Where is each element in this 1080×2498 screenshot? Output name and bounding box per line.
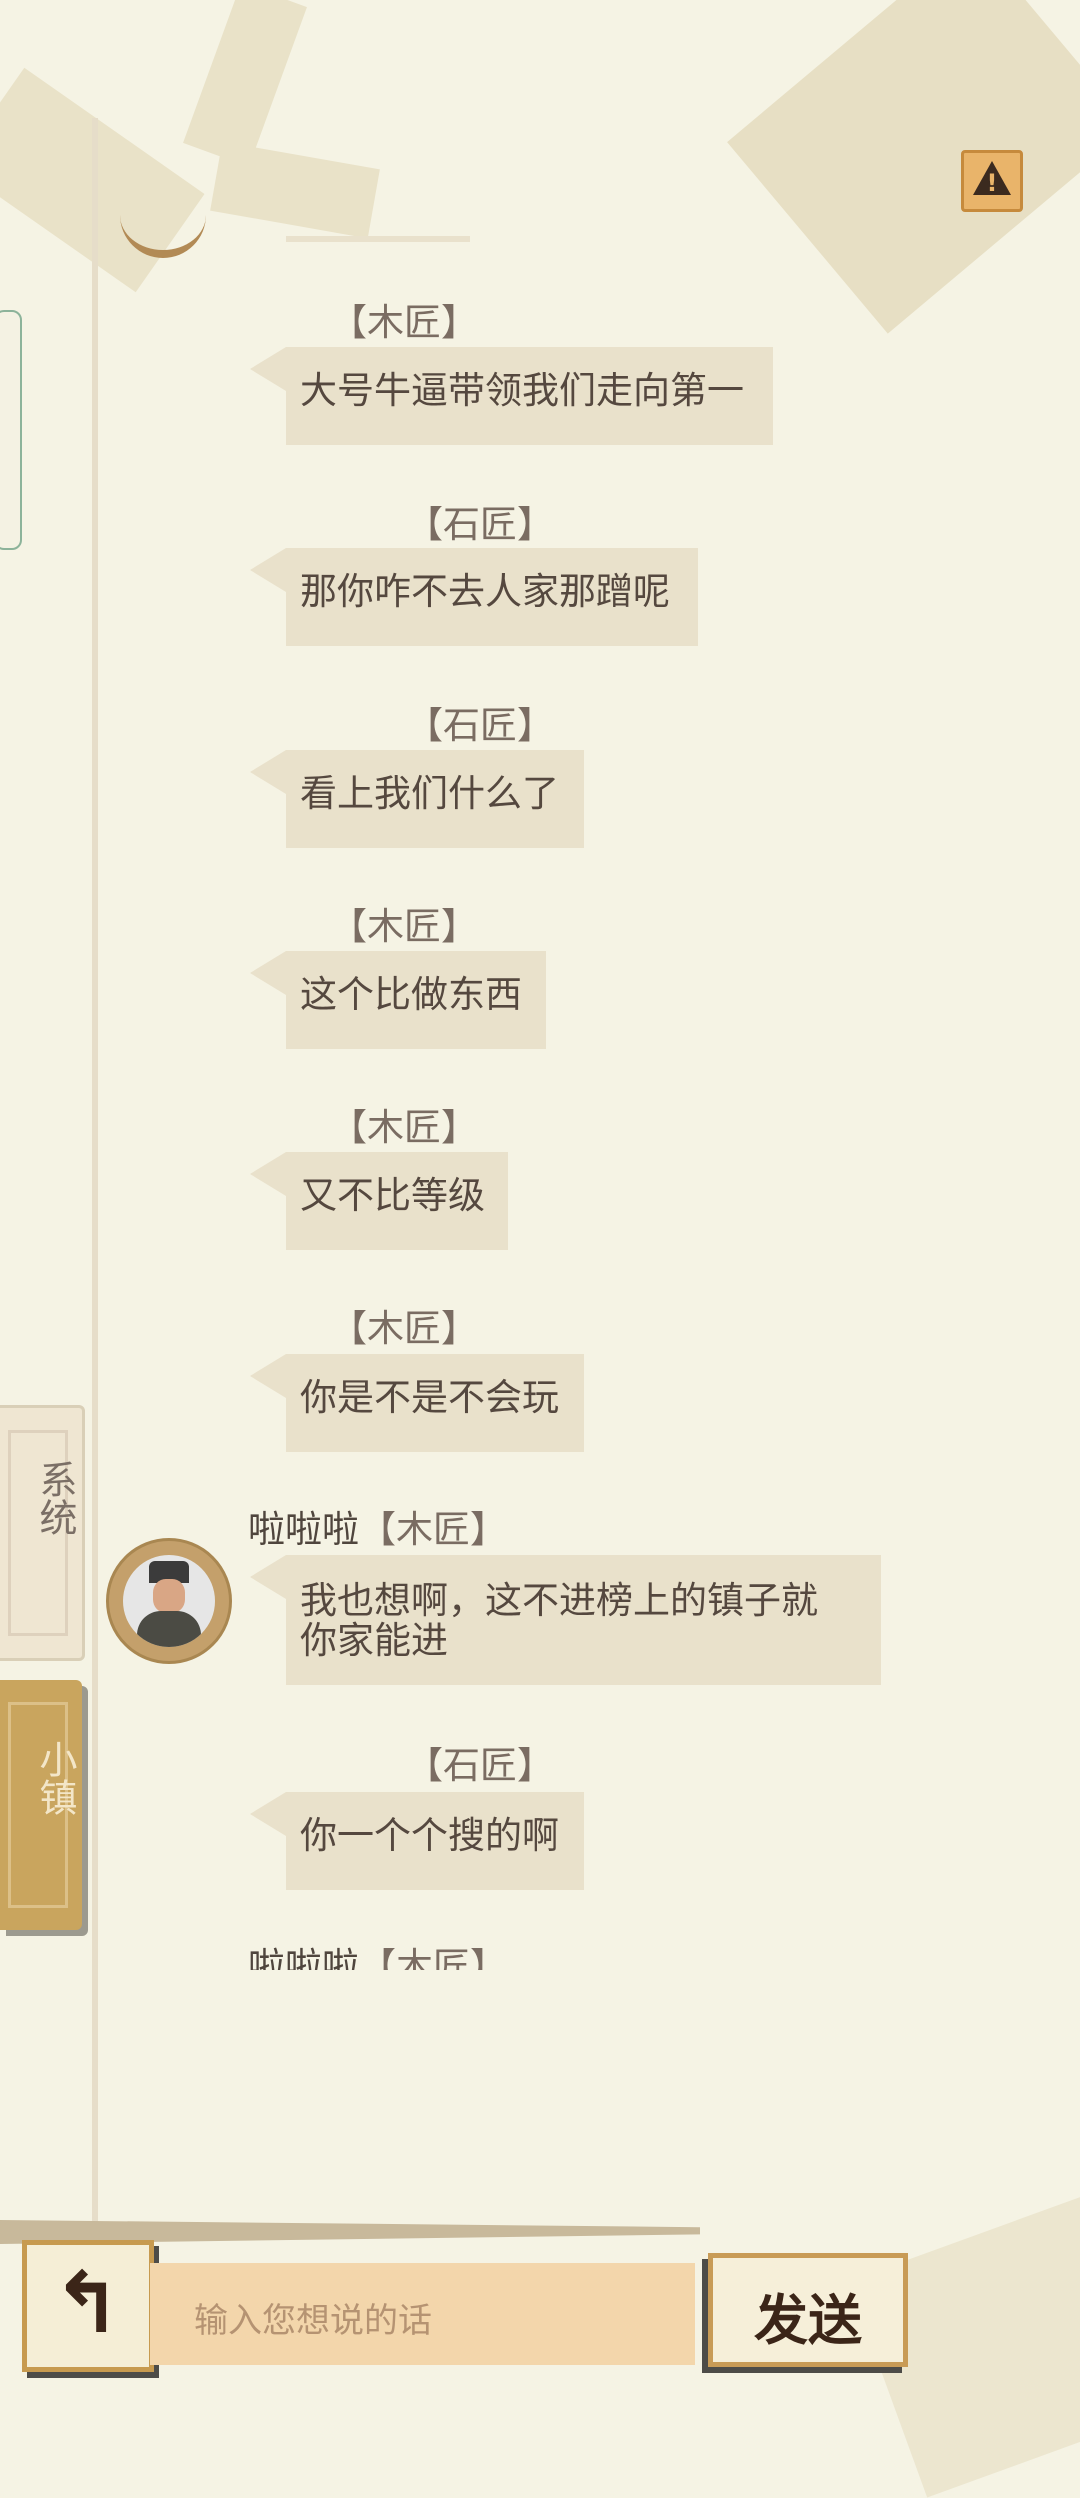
- report-button[interactable]: !: [961, 150, 1023, 212]
- message-author: 【木匠】: [330, 1307, 478, 1350]
- back-button[interactable]: ↰: [22, 2240, 154, 2372]
- message-author: 【石匠】: [406, 704, 554, 747]
- chat-input-placeholder: 输入您想说的话: [194, 2301, 432, 2341]
- tab-system-label: 系统: [33, 1460, 77, 1536]
- message-bubble: 看上我们什么了: [250, 750, 584, 848]
- sender-name: 啦啦啦: [248, 1945, 359, 1970]
- chat-divider-line: [92, 118, 98, 2223]
- sender-name: 啦啦啦: [248, 1508, 359, 1551]
- tab-town-label: 小镇: [33, 1740, 77, 1816]
- background-shape: [727, 0, 1080, 334]
- message-author: 【木匠】: [330, 1106, 478, 1149]
- message-bubble: 你是不是不会玩: [250, 1354, 584, 1452]
- back-arrow-icon: ↰: [51, 2254, 123, 2352]
- message-author: 【石匠】: [406, 1744, 554, 1787]
- message-author: 啦啦啦【木匠】: [248, 1936, 507, 1970]
- background-shape: [183, 0, 307, 167]
- background-shape: [210, 141, 380, 239]
- background-shape: [0, 67, 205, 293]
- chat-input[interactable]: 输入您想说的话: [150, 2263, 695, 2365]
- message-bubble: 这个比做东西: [250, 951, 546, 1049]
- side-tab-edge[interactable]: [0, 310, 22, 550]
- message-bubble: 又不比等级: [250, 1152, 508, 1250]
- tab-town[interactable]: 小镇: [0, 1680, 82, 1930]
- message-author: 【木匠】: [330, 301, 478, 344]
- message-bubble: 我也想啊，这不进榜上的镇子就你家能进: [250, 1555, 881, 1685]
- send-button[interactable]: 发送: [708, 2253, 908, 2367]
- message-author: 【木匠】: [330, 905, 478, 948]
- message-author: 【石匠】: [406, 503, 554, 546]
- message-author: 啦啦啦【木匠】: [248, 1508, 507, 1551]
- tab-system[interactable]: 系统: [0, 1405, 85, 1661]
- message-bubble: 那你咋不去人家那蹭呢: [250, 548, 698, 646]
- message-bubble: [286, 236, 470, 242]
- message-bubble: 你一个个搜的啊: [250, 1792, 584, 1890]
- send-button-label: 发送: [754, 2289, 862, 2352]
- message-bubble: 大号牛逼带领我们走向第一: [250, 347, 773, 445]
- avatar[interactable]: [106, 1538, 232, 1664]
